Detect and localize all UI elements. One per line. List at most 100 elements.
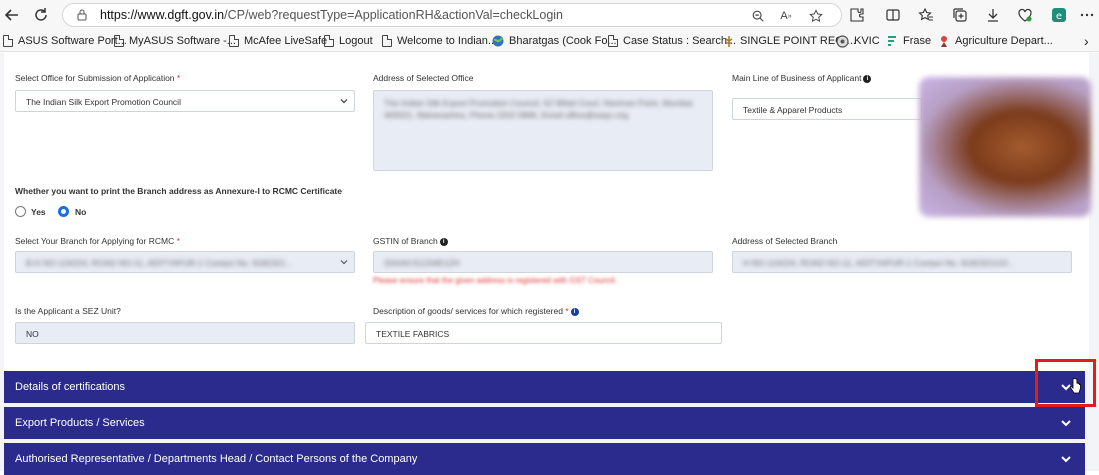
extensions-icon[interactable] — [848, 6, 866, 24]
reload-button[interactable] — [31, 5, 51, 25]
branch-address-label: Address of Selected Branch — [732, 236, 838, 246]
bookmark-bharatgas[interactable]: Bharatgas (Cook Fo... — [492, 33, 617, 49]
doc-icon — [229, 35, 239, 47]
browser-essentials-icon[interactable] — [1016, 6, 1034, 24]
business-value: Textile & Apparel Products — [743, 105, 843, 115]
red-highlight-box — [1035, 359, 1096, 407]
accordion-details-of-certifications[interactable]: Details of certifications — [4, 371, 1085, 403]
bookmark-label: KVIC — [854, 35, 880, 47]
office-address-textarea: The Indian Silk Export Promotion Council… — [373, 90, 713, 171]
split-screen-icon[interactable] — [884, 6, 902, 24]
gstin-value: 20AAICS1234E1ZH — [384, 258, 460, 268]
url-domain: https://www.dgft.gov.in — [100, 8, 225, 22]
office-address-value: The Indian Silk Export Promotion Council… — [384, 98, 693, 120]
sez-field: NO — [15, 322, 355, 344]
sez-label: Is the Applicant a SEZ Unit? — [15, 306, 121, 316]
branch-address-value: H NO-124/2/4, ROAD NO-11, ADITYAPUR-1 Co… — [743, 258, 1015, 268]
print-branch-question: Whether you want to print the Branch add… — [15, 186, 342, 196]
favorites-icon[interactable] — [917, 6, 935, 24]
emblem-icon — [941, 35, 947, 47]
accordion-export-products[interactable]: Export Products / Services — [4, 407, 1085, 439]
gstin-field: 20AAICS1234E1ZH — [373, 251, 713, 273]
globe-icon — [492, 35, 504, 47]
accordion-authorised-representative[interactable]: Authorised Representative / Departments … — [4, 443, 1085, 475]
back-arrow-icon — [4, 9, 18, 21]
office-select-value: The Indian Silk Export Promotion Council — [26, 97, 181, 107]
radio-no[interactable] — [58, 206, 69, 217]
business-label: Main Line of Business of Applicant i — [732, 73, 872, 83]
emblem-icon — [725, 35, 733, 47]
info-icon[interactable]: i — [439, 237, 448, 246]
branch-select[interactable]: B-H NO-124/2/4, ROAD NO-11, ADITYAPUR-1 … — [15, 251, 355, 273]
bookmark-logout[interactable]: Logout — [324, 33, 373, 49]
frase-icon — [888, 36, 896, 46]
chevron-down-icon — [340, 260, 348, 265]
bookmark-myasus[interactable]: MyASUS Software -... — [114, 33, 236, 49]
goods-label: Description of goods/ services for which… — [373, 306, 579, 316]
bookmark-label: Frase — [903, 35, 932, 47]
doc-icon — [608, 35, 618, 47]
downloads-icon[interactable] — [984, 6, 1002, 24]
radio-yes-label: Yes — [31, 207, 46, 217]
radio-no-label: No — [75, 207, 87, 217]
accordion-title: Authorised Representative / Departments … — [15, 453, 418, 465]
bookmark-frase[interactable]: Frase — [886, 33, 931, 49]
applicant-photo — [919, 77, 1091, 217]
bookmark-case-status[interactable]: Case Status : Search... — [608, 33, 736, 49]
browser-toolbar: https://www.dgft.gov.in/CP/web?requestTy… — [0, 0, 1099, 30]
url-text: https://www.dgft.gov.in/CP/web?requestTy… — [100, 8, 563, 22]
branch-value: B-H NO-124/2/4, ROAD NO-11, ADITYAPUR-1 … — [26, 258, 293, 268]
applicant-details-card: Select Office for Submission of Applicat… — [4, 53, 1091, 371]
info-icon[interactable]: i — [863, 74, 872, 83]
bookmark-mcafee[interactable]: McAfee LiveSafe — [229, 33, 327, 49]
chevron-down-icon[interactable] — [1060, 417, 1072, 429]
back-button[interactable] — [2, 5, 22, 25]
business-select[interactable]: Textile & Apparel Products — [732, 98, 922, 120]
svg-text:e: e — [1056, 11, 1062, 22]
office-label: Select Office for Submission of Applicat… — [15, 73, 181, 83]
kvic-icon — [836, 34, 849, 48]
bookmark-label: Case Status : Search... — [623, 35, 737, 47]
gstin-error-message: Please ensure that the given address is … — [373, 276, 617, 285]
bookmark-agriculture[interactable]: Agriculture Depart... — [938, 33, 1053, 49]
gstin-label: GSTIN of Branch i — [373, 236, 448, 246]
radio-yes[interactable] — [15, 206, 26, 217]
collections-icon[interactable] — [951, 6, 969, 24]
bookmark-label: ASUS Software Port... — [18, 35, 127, 47]
bookmark-welcome-indian[interactable]: Welcome to Indian... — [382, 33, 497, 49]
bookmark-label: MyASUS Software -... — [129, 35, 236, 47]
bookmark-label: Welcome to Indian... — [397, 35, 498, 47]
info-icon[interactable]: i — [570, 307, 579, 316]
office-select[interactable]: The Indian Silk Export Promotion Council — [15, 90, 355, 112]
zoom-icon[interactable] — [750, 8, 766, 24]
branch-label: Select Your Branch for Applying for RCMC… — [15, 236, 180, 246]
doc-icon — [3, 35, 13, 47]
bookmark-label: McAfee LiveSafe — [244, 35, 328, 47]
accordion-title: Export Products / Services — [15, 417, 145, 429]
hand-cursor-icon — [1070, 378, 1081, 394]
more-menu-icon[interactable] — [1078, 6, 1096, 24]
doc-icon — [324, 35, 334, 47]
doc-icon — [382, 35, 392, 47]
goods-input[interactable]: TEXTILE FABRICS — [365, 322, 722, 344]
office-address-label: Address of Selected Office — [373, 73, 474, 83]
bookmark-label: Logout — [339, 35, 373, 47]
bookmark-asus-software-portal[interactable]: ASUS Software Port... — [3, 33, 127, 49]
doc-icon — [114, 35, 124, 47]
accordion-title: Details of certifications — [15, 381, 126, 393]
read-aloud-icon[interactable]: A» — [778, 8, 794, 24]
address-bar[interactable]: https://www.dgft.gov.in/CP/web?requestTy… — [62, 3, 842, 27]
url-path: /CP/web?requestType=ApplicationRH&action… — [224, 8, 564, 22]
favorite-star-icon[interactable] — [808, 8, 824, 24]
chevron-down-icon[interactable] — [1060, 453, 1072, 465]
bookmark-kvic[interactable]: KVIC — [836, 33, 880, 49]
lock-icon — [77, 9, 87, 21]
edge-profile-icon[interactable]: e — [1050, 6, 1068, 24]
bookmarks-overflow-chevron-icon[interactable]: › — [1084, 33, 1089, 49]
bookmark-label: Bharatgas (Cook Fo... — [509, 35, 617, 47]
bookmarks-bar: ASUS Software Port... MyASUS Software -.… — [0, 30, 1099, 52]
goods-value: TEXTILE FABRICS — [376, 329, 450, 339]
branch-address-field: H NO-124/2/4, ROAD NO-11, ADITYAPUR-1 Co… — [732, 251, 1072, 273]
reload-icon — [35, 8, 47, 21]
sez-value: NO — [26, 329, 39, 339]
